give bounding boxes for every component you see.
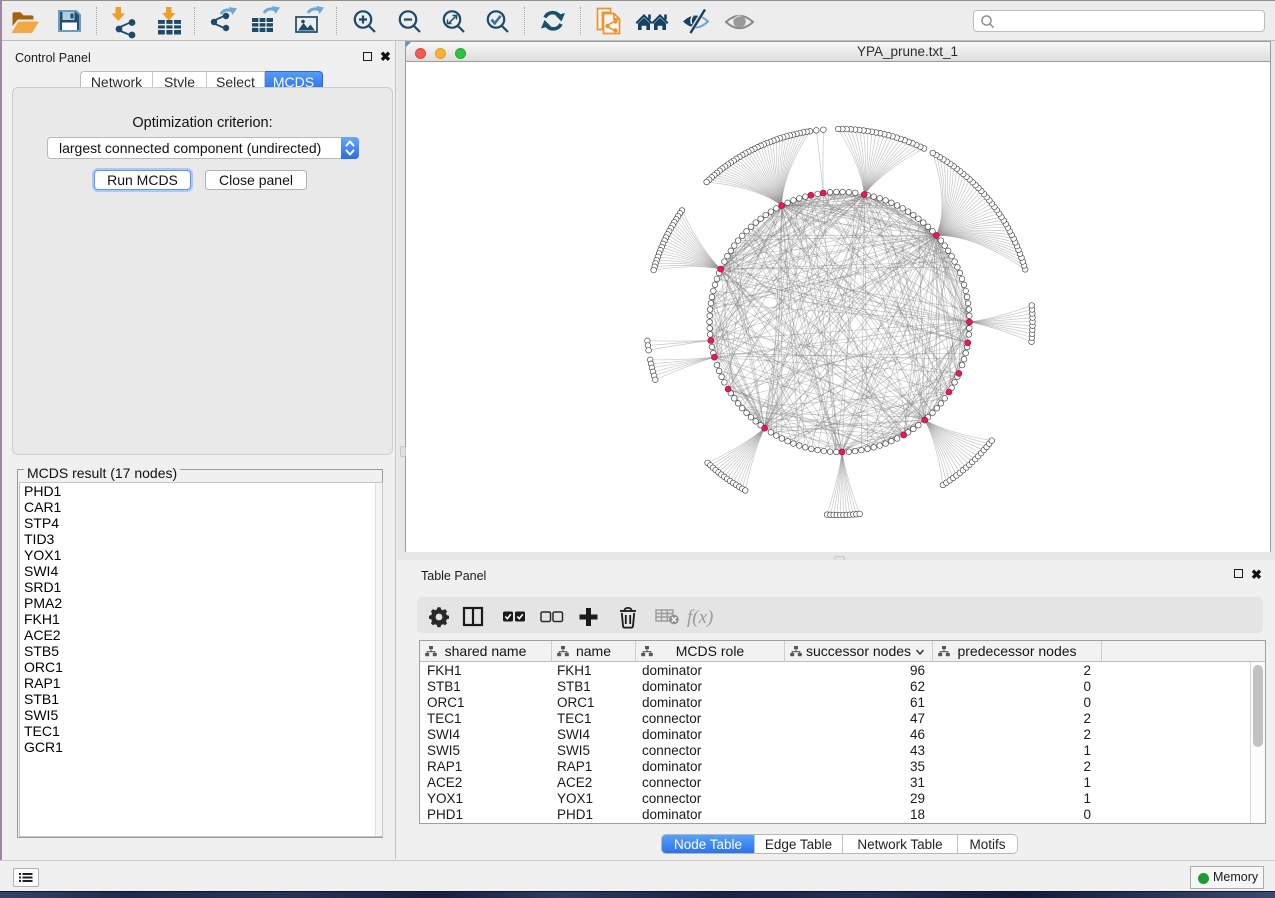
svg-text:f(x): f(x) <box>687 607 713 628</box>
